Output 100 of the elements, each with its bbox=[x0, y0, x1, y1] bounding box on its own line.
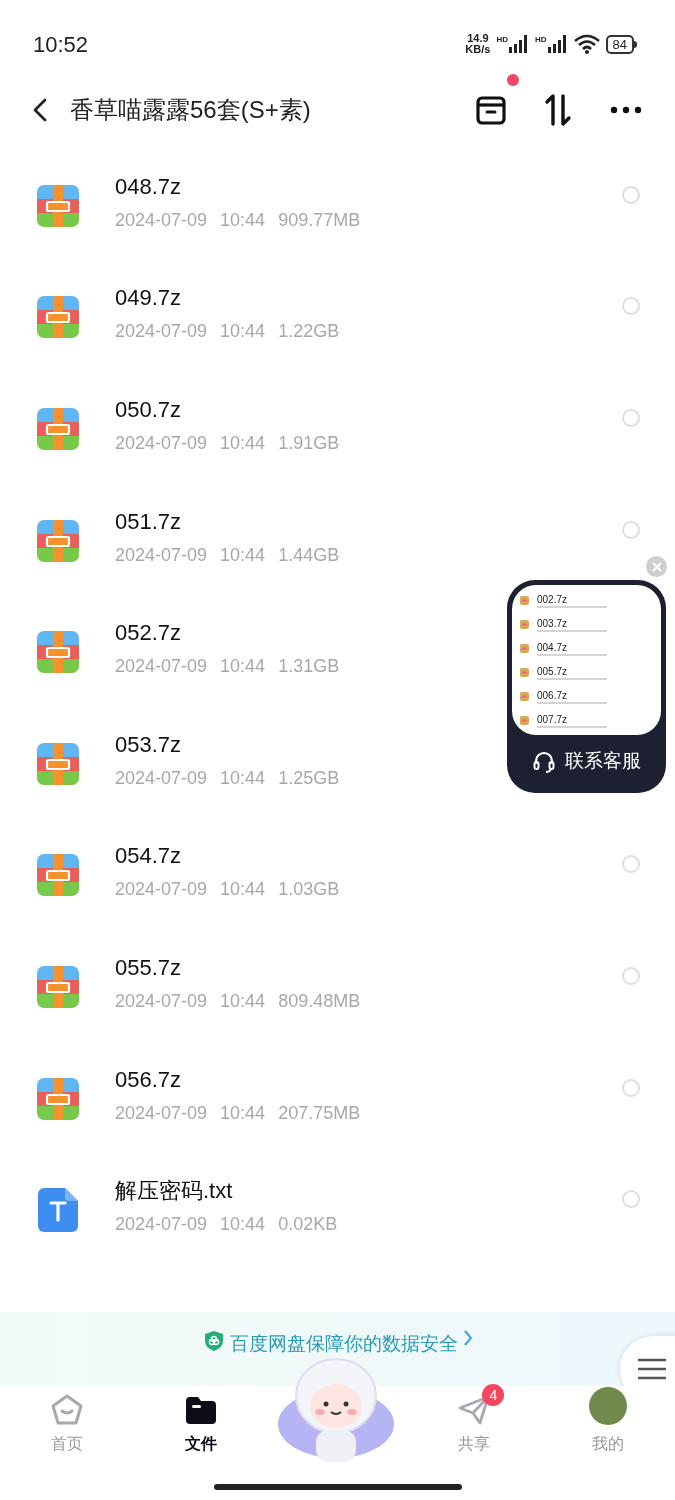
file-size: 909.77MB bbox=[278, 209, 361, 230]
preview-file-name: 007.7z bbox=[537, 713, 568, 725]
file-size: 1.25GB bbox=[278, 767, 340, 788]
file-size: 1.91GB bbox=[278, 433, 340, 453]
battery-level: 84 bbox=[605, 34, 634, 54]
archive-file-icon bbox=[520, 692, 529, 701]
select-radio[interactable] bbox=[622, 1190, 640, 1209]
file-time: 10:44 bbox=[220, 767, 266, 788]
banner-text: 百度网盘保障你的数据安全 bbox=[229, 1332, 458, 1356]
file-date: 2024-07-09 bbox=[115, 990, 208, 1011]
preview-meta-line bbox=[537, 605, 607, 608]
select-radio[interactable] bbox=[622, 520, 640, 539]
customer-service-label: 联系客服 bbox=[564, 749, 641, 774]
select-radio[interactable] bbox=[622, 1078, 640, 1097]
folder-title: 香草喵露露56套(S+素) bbox=[70, 95, 312, 125]
archive-file-icon bbox=[520, 620, 529, 629]
file-name: 053.7z bbox=[115, 731, 182, 758]
signal-icon bbox=[547, 35, 568, 53]
file-time: 10:44 bbox=[220, 321, 266, 342]
back-icon bbox=[33, 98, 47, 122]
select-radio[interactable] bbox=[622, 966, 640, 985]
file-name: 056.7z bbox=[115, 1066, 182, 1093]
close-button[interactable] bbox=[646, 556, 667, 577]
preview-file-name: 004.7z bbox=[537, 641, 568, 653]
tab-home[interactable]: 首页 bbox=[0, 1386, 134, 1456]
preview-meta-line bbox=[537, 701, 607, 704]
file-date: 2024-07-09 bbox=[115, 433, 208, 453]
badge-count: 4 bbox=[482, 1384, 505, 1406]
archive-file-icon bbox=[37, 742, 79, 785]
security-banner[interactable]: 百度网盘保障你的数据安全 bbox=[0, 1312, 675, 1386]
sort-icon bbox=[543, 93, 573, 127]
file-size: 1.22GB bbox=[278, 321, 340, 342]
file-date: 2024-07-09 bbox=[115, 879, 208, 900]
file-date: 2024-07-09 bbox=[115, 544, 208, 565]
preview-file-name: 003.7z bbox=[537, 617, 568, 629]
file-name: 050.7z bbox=[115, 397, 182, 423]
archive-file-icon bbox=[37, 965, 79, 1008]
avatar bbox=[589, 1387, 628, 1425]
preview-file-name: 002.7z bbox=[537, 593, 568, 605]
archive-file-icon bbox=[37, 296, 79, 339]
wifi-icon bbox=[573, 34, 600, 54]
file-name: 055.7z bbox=[115, 954, 182, 981]
file-date: 2024-07-09 bbox=[115, 321, 208, 342]
file-name: 049.7z bbox=[115, 285, 182, 312]
archive-file-icon bbox=[37, 854, 79, 897]
file-size: 1.03GB bbox=[278, 879, 340, 900]
file-size: 1.44GB bbox=[278, 544, 340, 565]
file-name: 048.7z bbox=[115, 173, 182, 200]
chevron-right-icon bbox=[463, 1330, 472, 1346]
file-name: 052.7z bbox=[115, 620, 182, 647]
file-time: 10:44 bbox=[220, 544, 266, 565]
headset-icon bbox=[532, 750, 555, 773]
archive-file-icon bbox=[37, 408, 79, 450]
file-name: 解压密码.txt bbox=[115, 1178, 233, 1205]
tab-profile[interactable]: 我的 bbox=[541, 1386, 675, 1456]
archive-file-icon bbox=[37, 631, 79, 674]
select-radio[interactable] bbox=[622, 297, 640, 316]
file-date: 2024-07-09 bbox=[115, 1214, 208, 1235]
file-size: 809.48MB bbox=[278, 990, 361, 1011]
home-icon bbox=[50, 1394, 83, 1426]
archive-file-icon bbox=[520, 644, 529, 653]
file-size: 1.31GB bbox=[278, 656, 340, 677]
more-icon bbox=[610, 106, 642, 114]
network-type-label: HD bbox=[496, 35, 508, 44]
file-size: 207.75MB bbox=[278, 1102, 361, 1123]
signal-icon bbox=[508, 35, 529, 53]
battery-tip bbox=[634, 40, 637, 48]
file-time: 10:44 bbox=[220, 990, 266, 1011]
file-date: 2024-07-09 bbox=[115, 209, 208, 230]
file-date: 2024-07-09 bbox=[115, 1102, 208, 1123]
archive-file-icon bbox=[37, 1077, 79, 1120]
archive-file-icon bbox=[520, 668, 529, 677]
archive-file-icon bbox=[520, 716, 529, 725]
folder-icon bbox=[184, 1395, 217, 1425]
file-name: 051.7z bbox=[115, 508, 182, 535]
preview-meta-line bbox=[537, 725, 607, 728]
file-time: 10:44 bbox=[220, 1214, 266, 1235]
select-radio[interactable] bbox=[622, 855, 640, 874]
status-time: 10:52 bbox=[33, 30, 89, 59]
select-radio[interactable] bbox=[622, 409, 640, 427]
preview-meta-line bbox=[537, 653, 607, 656]
file-date: 2024-07-09 bbox=[115, 656, 208, 677]
box-icon bbox=[475, 94, 507, 126]
file-date: 2024-07-09 bbox=[115, 767, 208, 788]
select-radio[interactable] bbox=[622, 185, 640, 204]
preview-file-name: 006.7z bbox=[537, 689, 568, 701]
tab-files[interactable]: 文件 bbox=[133, 1386, 268, 1456]
file-time: 10:44 bbox=[220, 209, 266, 230]
archive-file-icon bbox=[520, 596, 529, 605]
archive-file-icon bbox=[37, 184, 79, 227]
archive-file-icon bbox=[37, 519, 79, 562]
file-time: 10:44 bbox=[220, 879, 266, 900]
file-time: 10:44 bbox=[220, 656, 266, 677]
close-icon bbox=[651, 561, 662, 572]
tab-share[interactable]: 4 共享 bbox=[407, 1386, 542, 1456]
text-file-icon bbox=[38, 1188, 78, 1233]
floating-window[interactable]: 002.7z 003.7z 004.7z 005.7z 006.7z 007.7z 联系客服 bbox=[507, 580, 666, 793]
preview-meta-line bbox=[537, 677, 607, 680]
network-type-label: HD bbox=[534, 35, 547, 44]
file-time: 10:44 bbox=[220, 1102, 266, 1123]
